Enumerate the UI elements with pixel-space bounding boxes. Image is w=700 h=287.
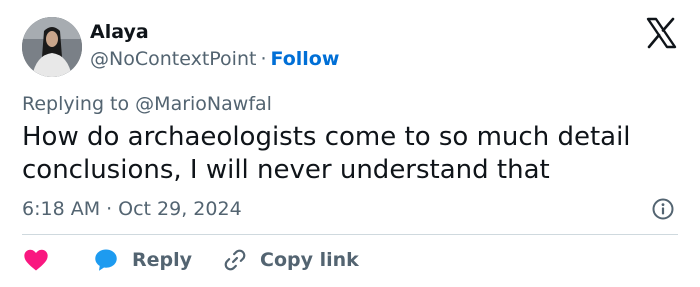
reply-context: Replying to @MarioNawfal (22, 93, 272, 115)
tweet-date: Oct 29, 2024 (118, 198, 242, 220)
divider (22, 234, 678, 235)
action-bar: Reply Copy link (22, 244, 359, 276)
tweet-timestamp[interactable]: 6:18 AM · Oct 29, 2024 (22, 198, 242, 220)
author-handle-row: @NoContextPoint · Follow (90, 48, 339, 70)
tweet-embed-card: Alaya @NoContextPoint · Follow Replying to… (0, 0, 700, 287)
avatar-photo (22, 17, 82, 77)
copy-link-button[interactable]: Copy link (222, 247, 359, 273)
heart-icon (24, 249, 48, 271)
tweet-text: How do archaeologists come to so much de… (22, 122, 631, 185)
reply-label: Reply (132, 249, 193, 271)
speech-bubble-icon (95, 249, 117, 271)
replying-mention[interactable]: @MarioNawfal (135, 93, 272, 115)
author-handle[interactable]: @NoContextPoint (90, 48, 256, 70)
replying-prefix: Replying to (22, 93, 130, 115)
info-icon[interactable] (651, 197, 675, 221)
timestamp-separator: · (106, 198, 113, 220)
avatar[interactable] (22, 17, 82, 77)
link-icon (224, 249, 246, 271)
author-name[interactable]: Alaya (90, 21, 149, 43)
follow-button[interactable]: Follow (271, 48, 340, 70)
tweet-time: 6:18 AM (22, 198, 101, 220)
like-button[interactable] (22, 246, 50, 274)
reply-button[interactable]: Reply (92, 246, 192, 274)
copy-link-label: Copy link (260, 249, 359, 271)
x-logo-icon[interactable] (644, 16, 678, 50)
handle-separator: · (260, 48, 267, 70)
